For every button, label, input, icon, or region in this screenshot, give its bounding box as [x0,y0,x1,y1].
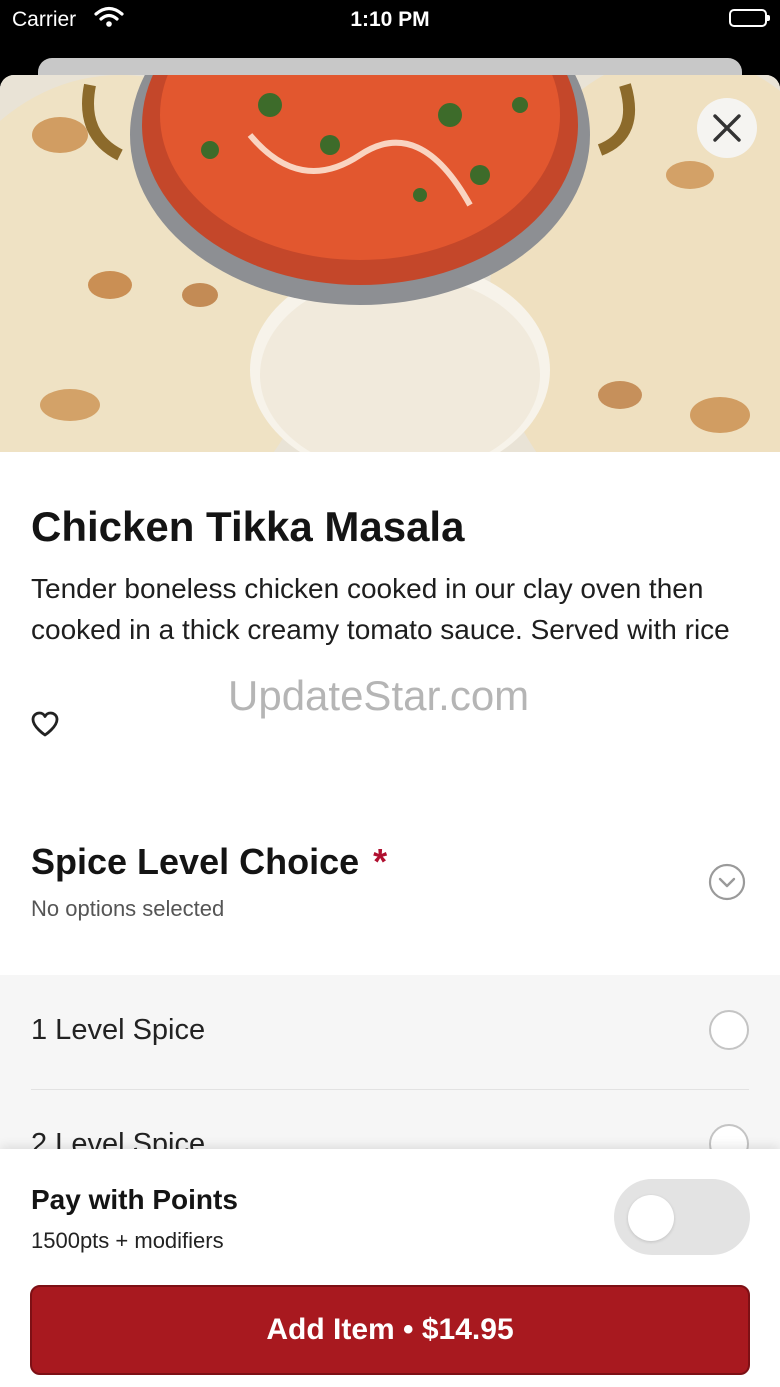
collapse-toggle[interactable] [708,863,746,906]
modifier-group-title: Spice Level Choice * [31,841,387,883]
item-photo [0,75,780,452]
favorite-button[interactable] [31,711,59,742]
close-icon [713,114,741,142]
option-label: 1 Level Spice [31,1014,206,1046]
battery-icon [729,9,770,27]
option-radio[interactable] [709,1010,749,1050]
modifier-group-title-text: Spice Level Choice [31,841,360,882]
chevron-down-icon [708,863,746,901]
watermark: UpdateStar.com [228,672,530,719]
item-title: Chicken Tikka Masala [31,503,465,550]
option-divider [31,1089,749,1090]
modifier-group-subtitle: No options selected [31,896,225,921]
clock: 1:10 PM [350,8,430,31]
pay-with-points-subtitle: 1500pts + modifiers [31,1228,224,1253]
heart-icon [31,711,59,737]
option-1-level-spice[interactable]: 1 Level Spice [31,975,749,1088]
required-marker: * [373,841,388,882]
item-detail-sheet: Chicken Tikka Masala Tender boneless chi… [0,75,780,1387]
close-button[interactable] [697,98,757,158]
pay-with-points-title: Pay with Points [31,1184,238,1215]
toggle-knob [628,1195,674,1241]
order-footer: Pay with Points 1500pts + modifiers Add … [0,1149,780,1387]
item-description: Tender boneless chicken cooked in our cl… [31,573,730,645]
add-item-button[interactable]: Add Item • $14.95 [30,1285,750,1375]
pay-with-points-toggle[interactable] [614,1179,750,1255]
status-bar: Carrier 1:10 PM [0,0,780,40]
